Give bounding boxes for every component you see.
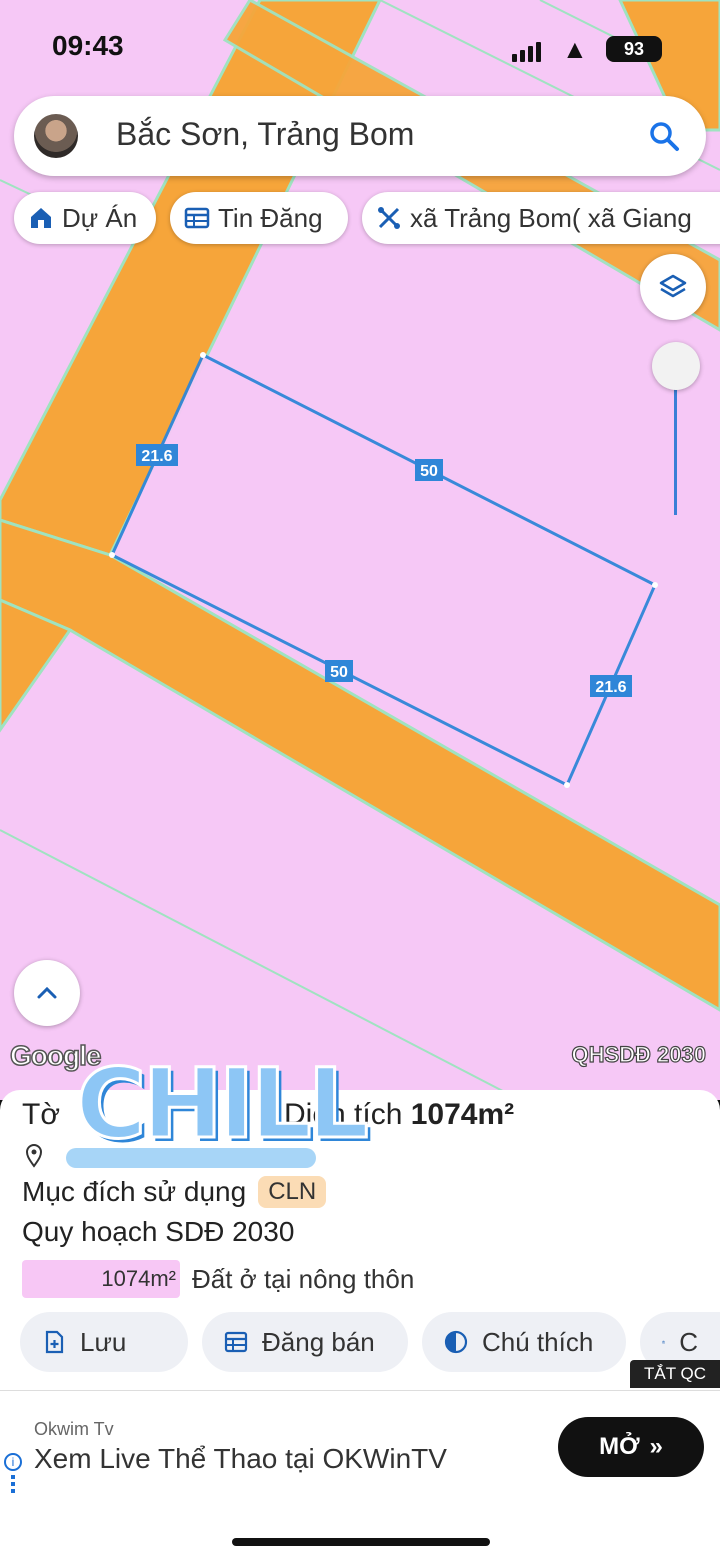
ad-open-button[interactable]: MỞ » (558, 1417, 704, 1477)
chip-location[interactable]: xã Trảng Bom( xã Giang (362, 192, 720, 244)
wifi-icon: ▲ (562, 34, 588, 64)
save-button[interactable]: Lưu (20, 1312, 188, 1372)
legend-label: Chú thích (482, 1326, 594, 1357)
status-bar: 09:43 ▲ 93 (0, 28, 720, 68)
post-sale-button[interactable]: Đăng bán (202, 1312, 408, 1372)
watermark-text: CHILL (75, 1047, 371, 1162)
edge-label-south: 50 (330, 664, 348, 681)
area-value: 1074m² (410, 1098, 515, 1131)
ad-info-icon[interactable]: i (4, 1453, 22, 1471)
layers-icon (659, 274, 687, 298)
edge-label-north: 50 (420, 463, 438, 480)
usage-label: Mục đích sử dụng (22, 1176, 247, 1207)
watermark-splash (66, 1148, 316, 1168)
sheet-number-label: Tờ (22, 1098, 60, 1131)
ad-open-label: MỞ (599, 1433, 640, 1460)
layers-button[interactable] (640, 254, 706, 320)
chip-du-an[interactable]: Dự Án (14, 192, 156, 244)
expand-sheet-button[interactable] (14, 960, 80, 1026)
ad-menu-icon[interactable] (11, 1475, 15, 1493)
table-icon (184, 207, 210, 229)
usage-code-badge: CLN (258, 1176, 327, 1208)
home-icon (31, 208, 51, 228)
ad-headline[interactable]: Xem Live Thể Thao tại OKWinTV (34, 1443, 447, 1475)
save-label: Lưu (80, 1326, 127, 1357)
post-sale-label: Đăng bán (262, 1326, 375, 1357)
legend-description: Đất ở tại nông thôn (192, 1263, 415, 1294)
chip-label: Tin Đăng (218, 202, 323, 233)
home-bar-area (0, 1502, 720, 1560)
search-query[interactable]: Bắc Sơn, Trảng Bom (116, 116, 414, 153)
legend-swatch: 1074m² (22, 1260, 180, 1298)
edge-label-west: 21.6 (141, 448, 172, 465)
chip-tin-dang[interactable]: Tin Đăng (170, 192, 348, 244)
plan-legend-row: 1074m² Đất ở tại nông thôn (22, 1260, 414, 1298)
double-chevron-right-icon: » (649, 1433, 663, 1460)
camera-label: C (679, 1326, 698, 1357)
action-bar: Lưu Đăng bán Chú thích C (0, 1312, 720, 1372)
plan-layer-tag: QHSDĐ 2030 (571, 1041, 707, 1067)
avatar[interactable] (34, 114, 78, 158)
ad-brand: Okwim Tv (34, 1419, 114, 1439)
chip-label: Dự Án (62, 202, 138, 233)
opacity-slider-handle[interactable] (652, 342, 700, 390)
watermark-sticker: CHILL (66, 1047, 370, 1168)
camera-icon (662, 1340, 666, 1344)
location-pin-icon (25, 1144, 43, 1168)
tools-icon (378, 207, 400, 229)
filter-chips: Dự Án Tin Đăng xã Trảng Bom( xã Giang (14, 192, 720, 244)
home-indicator[interactable] (232, 1538, 490, 1546)
ad-banner[interactable]: i Okwim Tv Xem Live Thể Thao tại OKWinTV… (0, 1390, 720, 1502)
chevron-up-icon (37, 986, 57, 999)
hide-ad-button[interactable]: TẮT QC (630, 1360, 720, 1388)
battery-indicator: 93 (606, 36, 662, 62)
table-icon (224, 1331, 248, 1353)
signal-icon (512, 42, 541, 62)
chip-label: xã Trảng Bom( xã Giang (410, 202, 692, 233)
search-icon[interactable] (648, 120, 680, 152)
status-time: 09:43 (52, 30, 124, 61)
usage-row: Mục đích sử dụng CLN (22, 1176, 327, 1208)
half-circle-icon (444, 1330, 468, 1354)
plan-title: Quy hoạch SDĐ 2030 (22, 1216, 295, 1247)
search-bar[interactable]: Bắc Sơn, Trảng Bom (14, 96, 706, 176)
add-file-icon (45, 1330, 64, 1354)
legend-button[interactable]: Chú thích (422, 1312, 626, 1372)
edge-label-east: 21.6 (595, 679, 626, 696)
